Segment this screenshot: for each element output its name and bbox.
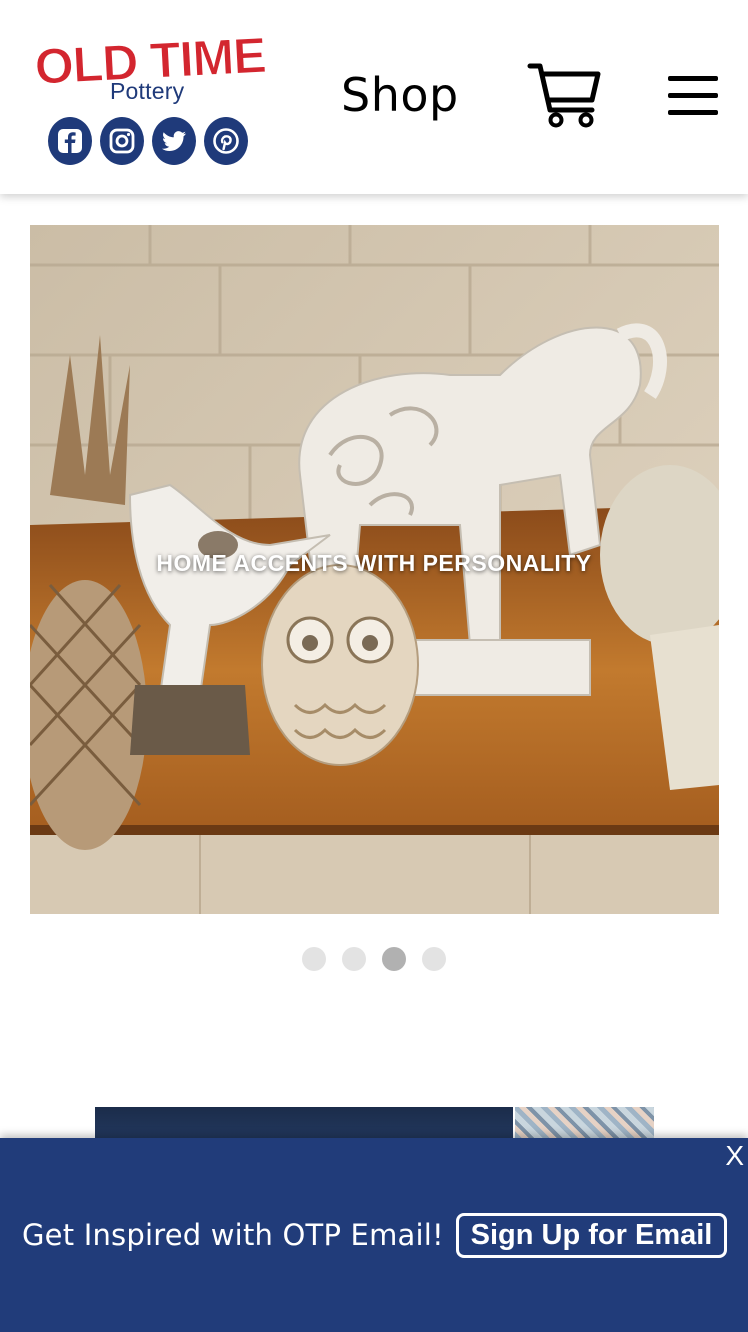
carousel-dot-1[interactable]	[302, 947, 326, 971]
instagram-icon	[109, 128, 135, 154]
carousel-dot-2[interactable]	[342, 947, 366, 971]
hamburger-menu-icon	[668, 76, 720, 115]
sign-up-email-button[interactable]: Sign Up for Email	[456, 1213, 727, 1258]
close-email-bar-button[interactable]: X	[725, 1140, 744, 1172]
site-header: OLD TIME Pottery Shop	[0, 0, 748, 194]
carousel-dots	[302, 947, 446, 971]
facebook-icon	[58, 129, 82, 153]
social-links	[48, 117, 248, 165]
hamburger-menu-button[interactable]	[668, 76, 720, 120]
email-signup-bar: X Get Inspired with OTP Email! Sign Up f…	[0, 1138, 748, 1332]
old-time-pottery-logo[interactable]: OLD TIME Pottery	[26, 28, 276, 110]
instagram-link[interactable]	[100, 117, 144, 165]
pinterest-link[interactable]	[204, 117, 248, 165]
logo-subtitle: Pottery	[110, 78, 185, 104]
twitter-link[interactable]	[152, 117, 196, 165]
carousel-dot-4[interactable]	[422, 947, 446, 971]
cart-icon	[527, 63, 601, 128]
facebook-link[interactable]	[48, 117, 92, 165]
cart-button[interactable]	[526, 60, 602, 130]
carousel-dot-3[interactable]	[382, 947, 406, 971]
email-promo-text: Get Inspired with OTP Email!	[22, 1218, 444, 1252]
twitter-icon	[162, 131, 186, 151]
shop-link[interactable]: Shop	[341, 68, 459, 122]
pinterest-icon	[213, 128, 239, 154]
hero-caption: HOME ACCENTS WITH PERSONALITY	[156, 550, 592, 576]
